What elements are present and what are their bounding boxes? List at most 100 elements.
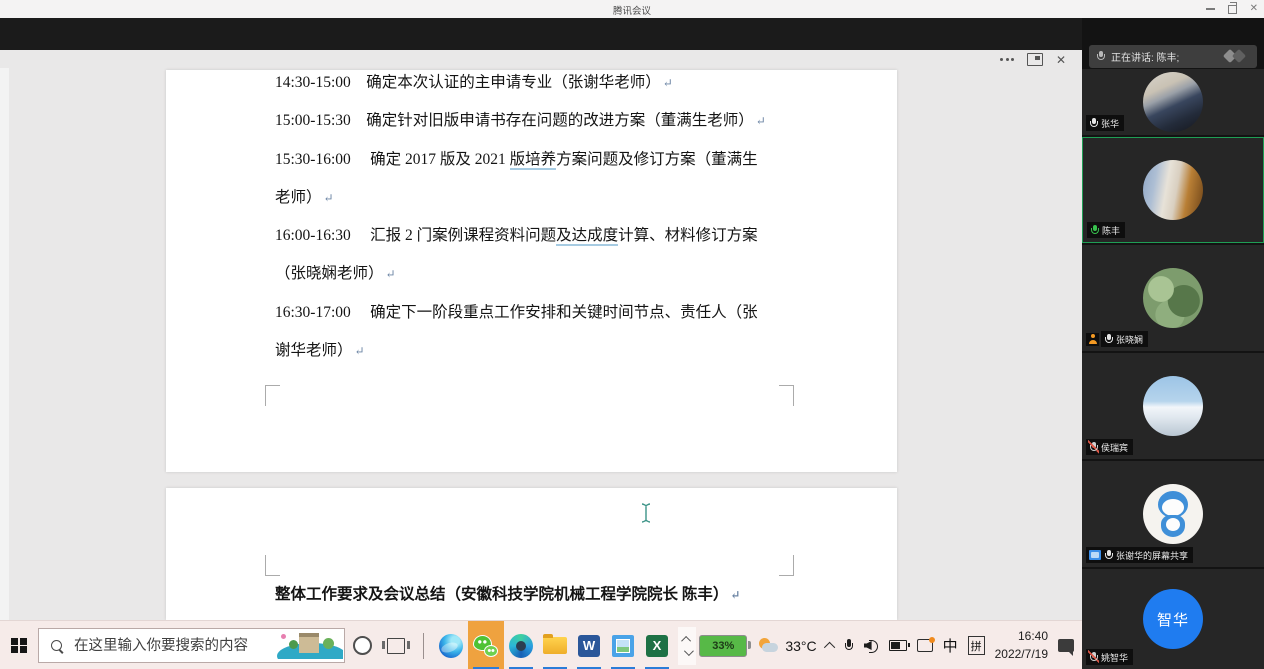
participant-tile[interactable]: 陈丰 bbox=[1082, 137, 1264, 243]
window-titlebar: 腾讯会议 ✕ bbox=[0, 0, 1264, 18]
viewer-controls: ✕ bbox=[1000, 53, 1066, 66]
window-title: 腾讯会议 bbox=[0, 3, 1264, 17]
avatar bbox=[1143, 72, 1203, 132]
participant-name: 张谢华的屏幕共享 bbox=[1116, 549, 1188, 562]
name-badge: 张谢华的屏幕共享 bbox=[1086, 547, 1193, 563]
notification-center-icon[interactable] bbox=[1058, 639, 1074, 652]
avatar: 智华 bbox=[1143, 589, 1203, 649]
participant-name: 侯瑞宾 bbox=[1101, 441, 1128, 454]
word-window-edge bbox=[0, 68, 9, 620]
cortana-button[interactable] bbox=[345, 621, 379, 669]
file-explorer-button[interactable] bbox=[538, 621, 572, 669]
browser-button[interactable] bbox=[504, 621, 538, 669]
more-options-icon[interactable] bbox=[1000, 58, 1014, 61]
name-badge: 陈丰 bbox=[1087, 222, 1125, 238]
text-cursor bbox=[640, 502, 652, 524]
word-button[interactable]: W bbox=[572, 621, 606, 669]
popout-window-icon[interactable] bbox=[1027, 53, 1043, 66]
battery-percent: 33% bbox=[712, 640, 734, 652]
minimize-icon[interactable] bbox=[1206, 8, 1215, 10]
weather-widget[interactable]: 33°C bbox=[757, 638, 816, 654]
avatar bbox=[1143, 268, 1203, 328]
task-view-icon bbox=[387, 638, 405, 654]
doc-line: 15:00-15:30 确定针对旧版申请书存在问题的改进方案（董满生老师）↵ bbox=[275, 102, 869, 140]
doc-line: 整体工作要求及会议总结（安徽科技学院机械工程学院院长 陈丰）↵ bbox=[275, 576, 869, 614]
weather-icon bbox=[757, 638, 779, 654]
edge-button[interactable] bbox=[434, 621, 468, 669]
paragraph-return-mark: ↵ bbox=[324, 191, 334, 205]
paragraph-return-mark: ↵ bbox=[386, 267, 396, 281]
now-speaking-label: 正在讲话: 陈丰; bbox=[1111, 49, 1179, 64]
task-view-button[interactable] bbox=[379, 621, 413, 669]
ime-language-indicator[interactable]: 中 bbox=[943, 635, 958, 656]
screen: 腾讯会议 ✕ ✕ 14:30-15:00 确定本次认证的主申请专业（张谢华老师）… bbox=[0, 0, 1264, 669]
tile-badges: 姚智华 bbox=[1086, 649, 1133, 665]
edge-icon bbox=[439, 634, 463, 658]
participant-tile[interactable]: 张晓娴 bbox=[1082, 245, 1264, 351]
tile-badges: 张谢华的屏幕共享 bbox=[1086, 547, 1193, 563]
microphone-tray-icon[interactable] bbox=[845, 639, 854, 653]
microphone-icon bbox=[1089, 117, 1098, 129]
participant-name: 姚智华 bbox=[1101, 651, 1128, 664]
meeting-toolbar bbox=[0, 18, 1082, 50]
document-page-2: 整体工作要求及会议总结（安徽科技学院机械工程学院院长 陈丰）↵ bbox=[166, 488, 897, 620]
restore-icon[interactable] bbox=[1228, 5, 1237, 14]
paragraph-return-mark: ↵ bbox=[730, 588, 740, 602]
participant-tile[interactable]: 智华姚智华 bbox=[1082, 569, 1264, 669]
doc-line: 15:30-16:00 确定 2017 版及 2021 版培养方案问题及修订方案… bbox=[275, 141, 869, 179]
taskbar-left: W X bbox=[0, 621, 696, 669]
word-icon: W bbox=[578, 635, 600, 657]
photos-icon bbox=[612, 635, 634, 657]
clock-time: 16:40 bbox=[995, 628, 1048, 645]
doc-page1-text: 14:30-15:00 确定本次认证的主申请专业（张谢华老师）↵15:00-15… bbox=[275, 64, 869, 370]
layout-toggle-icon[interactable] bbox=[1222, 49, 1250, 64]
participant-tile[interactable]: 侯瑞宾 bbox=[1082, 353, 1264, 459]
speaker-tray-icon[interactable] bbox=[864, 639, 879, 652]
chevron-up-icon bbox=[681, 635, 691, 645]
start-button[interactable] bbox=[0, 621, 38, 669]
folder-icon bbox=[543, 637, 567, 654]
browser-icon bbox=[509, 634, 533, 658]
participant-name: 张晓娴 bbox=[1116, 333, 1143, 346]
viewer-close-icon[interactable]: ✕ bbox=[1056, 54, 1066, 66]
participant-tile[interactable]: 张谢华的屏幕共享 bbox=[1082, 461, 1264, 567]
battery-tray-icon[interactable] bbox=[889, 640, 907, 651]
taskbar: W X 33% 33°C bbox=[0, 620, 1082, 669]
chevron-down-icon bbox=[683, 646, 693, 656]
participant-tile[interactable]: 张华 bbox=[1082, 69, 1264, 135]
microphone-icon bbox=[1090, 224, 1099, 236]
tile-badges: 张华 bbox=[1086, 115, 1124, 131]
close-icon[interactable]: ✕ bbox=[1250, 4, 1258, 14]
shared-screen-content: ✕ 14:30-15:00 确定本次认证的主申请专业（张谢华老师）↵15:00-… bbox=[0, 50, 1082, 620]
participant-name: 陈丰 bbox=[1102, 224, 1120, 237]
excel-button[interactable]: X bbox=[640, 621, 674, 669]
participant-sidebar: 正在讲话: 陈丰; 张华陈丰张晓娴侯瑞宾张谢华的屏幕共享智华姚智华 bbox=[1082, 18, 1264, 669]
microphone-icon bbox=[1096, 51, 1105, 63]
wechat-button[interactable] bbox=[468, 621, 504, 669]
paragraph-return-mark: ↵ bbox=[663, 76, 673, 90]
photos-button[interactable] bbox=[606, 621, 640, 669]
doc-line: 16:00-16:30 汇报 2 门案例课程资料问题及达成度计算、材料修订方案 bbox=[275, 217, 869, 255]
avatar bbox=[1143, 484, 1203, 544]
temperature: 33°C bbox=[785, 638, 816, 654]
paragraph-return-mark: ↵ bbox=[756, 114, 766, 128]
battery-widget[interactable]: 33% bbox=[699, 635, 747, 657]
microphone-muted-icon bbox=[1089, 651, 1098, 663]
ime-mode-indicator[interactable]: 拼 bbox=[968, 636, 985, 655]
taskbar-clock[interactable]: 16:40 2022/7/19 bbox=[995, 628, 1048, 663]
tray-expand-icon[interactable] bbox=[824, 641, 835, 652]
taskbar-scroll-chevrons[interactable] bbox=[678, 627, 696, 665]
taskbar-search[interactable] bbox=[38, 628, 345, 663]
tile-badges: 张晓娴 bbox=[1086, 331, 1148, 347]
member-badge-icon bbox=[1086, 333, 1099, 346]
participant-name: 张华 bbox=[1101, 117, 1119, 130]
ime-keyboard-icon[interactable] bbox=[917, 639, 933, 652]
margin-crop-mark bbox=[265, 385, 280, 406]
avatar bbox=[1143, 376, 1203, 436]
excel-icon: X bbox=[646, 635, 668, 657]
search-doodle-image bbox=[271, 630, 343, 659]
microphone-muted-icon bbox=[1089, 441, 1098, 453]
name-badge: 侯瑞宾 bbox=[1086, 439, 1133, 455]
search-icon bbox=[51, 640, 62, 651]
wechat-icon bbox=[473, 635, 499, 657]
